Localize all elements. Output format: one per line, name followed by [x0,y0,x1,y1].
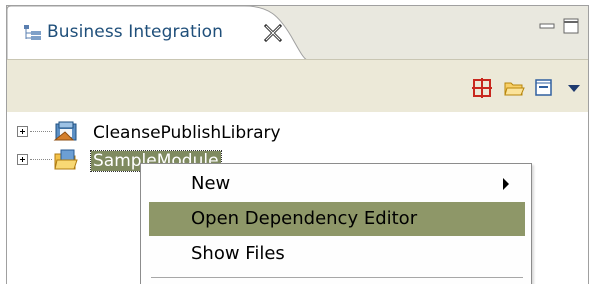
tab-business-integration[interactable]: Business Integration [7,6,307,61]
context-menu: New Open Dependency Editor Show Files [140,163,532,284]
menu-item-label: Show Files [191,243,285,264]
menu-item-show-files[interactable]: Show Files [149,237,525,271]
tab-title: Business Integration [47,22,224,42]
menu-item-open-dependency-editor[interactable]: Open Dependency Editor [149,202,525,236]
tree-connector [30,159,52,161]
view-toolbar [7,59,588,113]
expand-icon[interactable] [17,154,28,165]
submenu-arrow-icon [503,178,509,190]
minimize-icon[interactable] [538,17,556,35]
module-icon [54,149,78,170]
open-folder-icon[interactable] [503,77,525,99]
menu-separator [151,277,523,278]
library-icon [53,121,77,141]
expand-icon[interactable] [17,126,28,137]
view-tab-bar: Business Integration [7,6,588,61]
menu-item-new[interactable]: New [149,167,525,201]
collapse-all-icon[interactable] [533,77,555,99]
new-project-icon[interactable] [471,77,493,99]
menu-item-label: Open Dependency Editor [191,208,418,229]
tree-item-label: CleansePublishLibrary [93,123,281,143]
tree-view-icon [24,25,41,40]
view-menu-icon[interactable] [563,77,585,99]
tree-item-cleansepublishlibrary[interactable]: CleansePublishLibrary [7,118,407,148]
tree-connector [30,131,52,133]
maximize-icon[interactable] [562,17,580,35]
close-icon[interactable] [263,23,283,43]
menu-item-label: New [191,173,231,194]
